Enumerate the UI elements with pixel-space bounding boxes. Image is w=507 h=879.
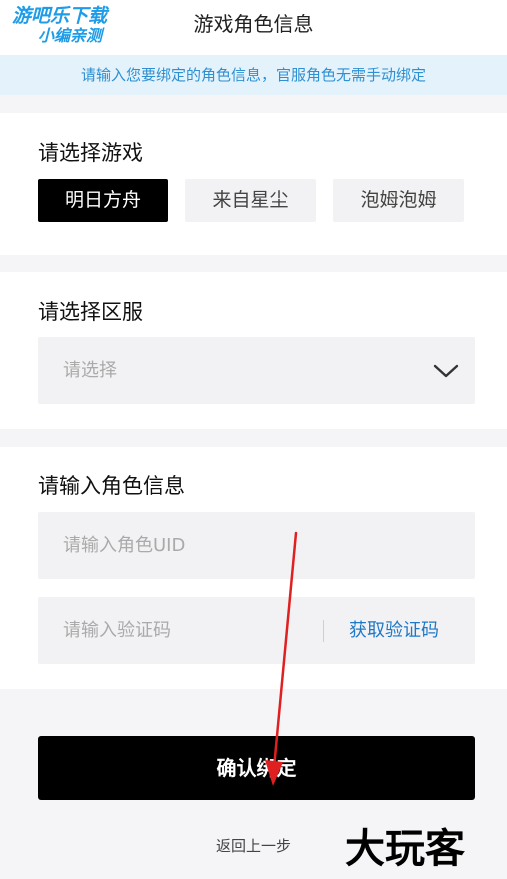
field-divider bbox=[323, 620, 324, 642]
role-info-card: 请输入角色信息 请输入角色UID 请输入验证码 获取验证码 bbox=[0, 447, 507, 689]
notice-banner: 请输入您要绑定的角色信息，官服角色无需手动绑定 bbox=[0, 55, 507, 95]
server-select-card: 请选择区服 请选择 bbox=[0, 272, 507, 429]
watermark-line2: 小编亲测 bbox=[38, 26, 103, 45]
server-select-dropdown[interactable]: 请选择 bbox=[38, 337, 475, 404]
role-section-title: 请输入角色信息 bbox=[38, 474, 185, 498]
watermark-logo: 游吧乐下载 小编亲测 bbox=[10, 6, 150, 54]
watermark-bottom: 大玩客 bbox=[345, 826, 465, 872]
game-option-laizixingchen[interactable]: 来自星尘 bbox=[185, 179, 316, 222]
get-code-button[interactable]: 获取验证码 bbox=[349, 597, 439, 664]
game-option-paomupaomu[interactable]: 泡姆泡姆 bbox=[333, 179, 464, 222]
uid-placeholder: 请输入角色UID bbox=[63, 535, 186, 556]
uid-input[interactable]: 请输入角色UID bbox=[38, 512, 475, 579]
server-select-placeholder: 请选择 bbox=[63, 360, 117, 381]
verification-code-input[interactable]: 请输入验证码 获取验证码 bbox=[38, 597, 475, 664]
game-section-title: 请选择游戏 bbox=[38, 141, 143, 165]
game-option-mingrifangzhou[interactable]: 明日方舟 bbox=[38, 179, 168, 222]
watermark-line1: 游吧乐下载 bbox=[12, 5, 108, 27]
chevron-down-icon bbox=[433, 364, 459, 378]
code-placeholder: 请输入验证码 bbox=[63, 620, 171, 641]
server-section-title: 请选择区服 bbox=[38, 300, 143, 324]
confirm-bind-button[interactable]: 确认绑定 bbox=[38, 736, 475, 800]
game-select-card: 请选择游戏 明日方舟 来自星尘 泡姆泡姆 bbox=[0, 113, 507, 255]
